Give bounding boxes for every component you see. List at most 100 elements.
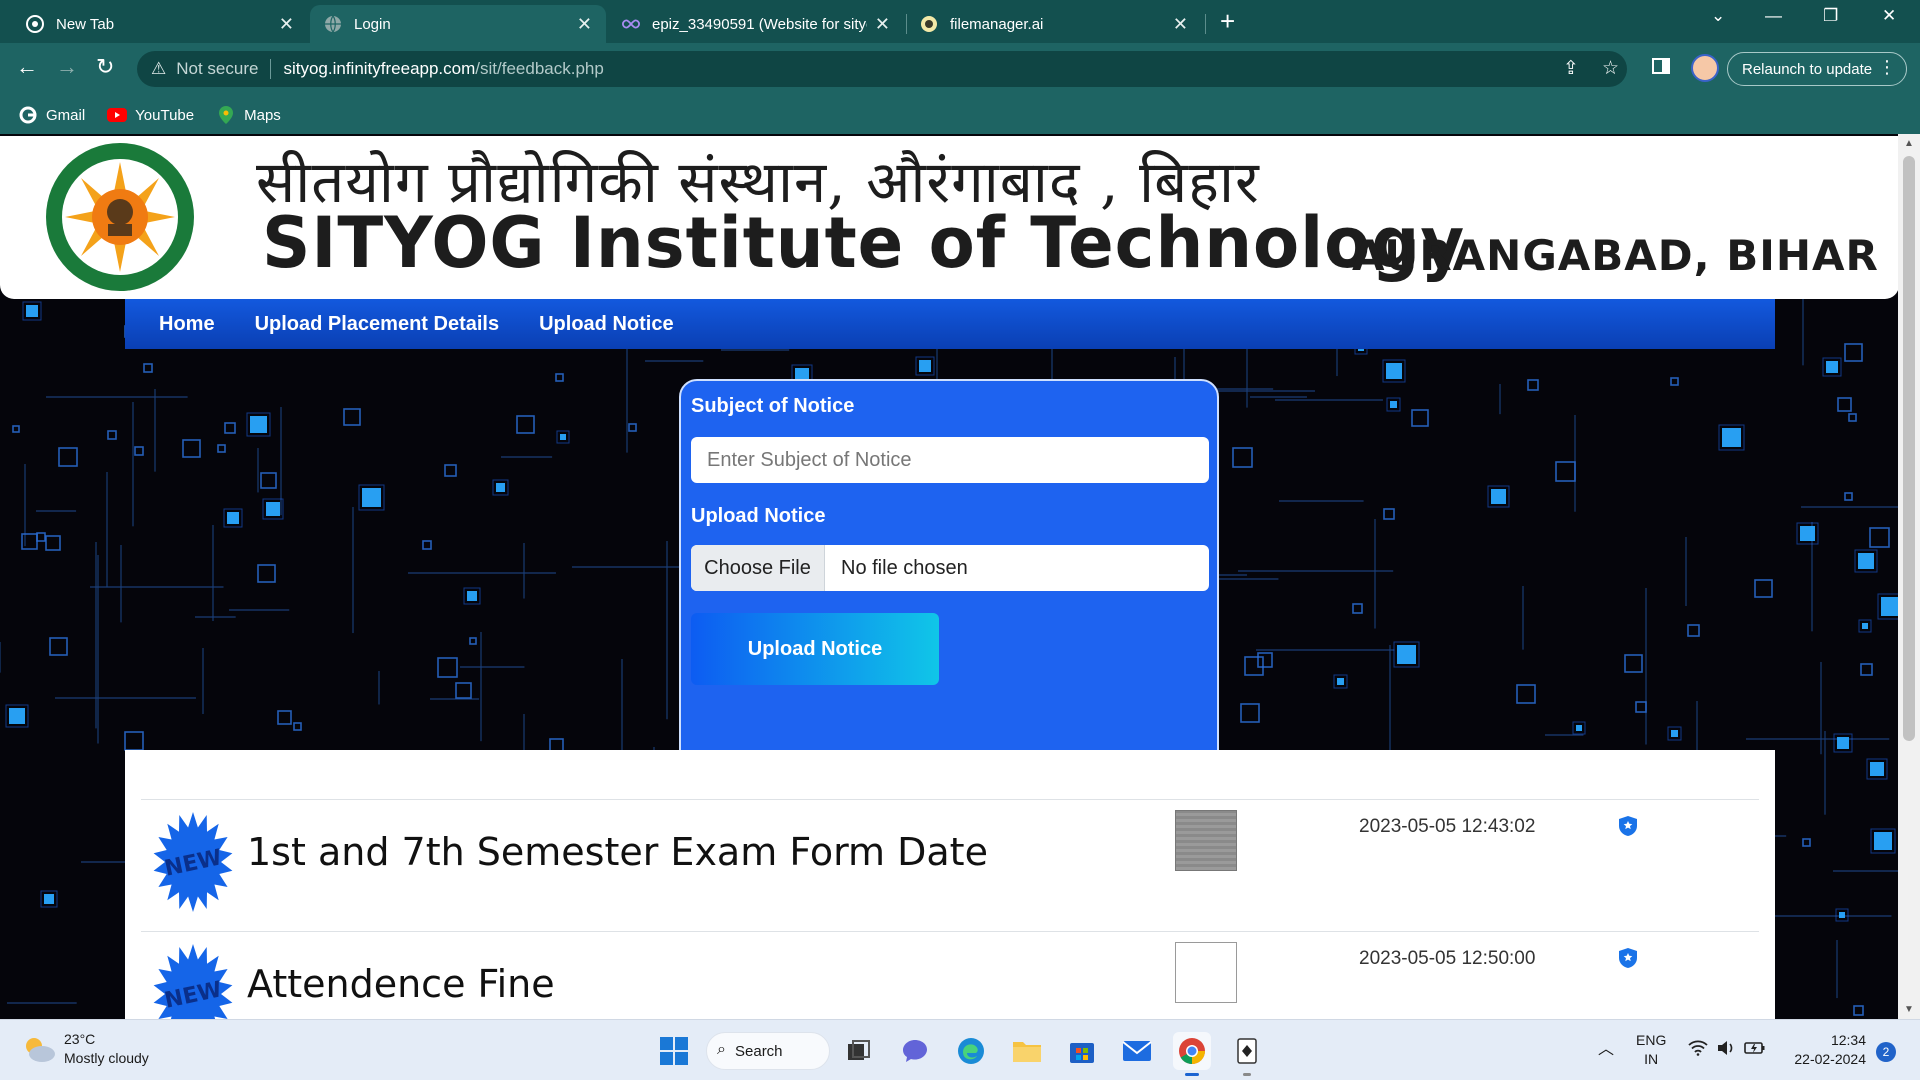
close-tab-icon[interactable]: ✕ (875, 15, 890, 33)
side-panel-icon[interactable] (1652, 57, 1670, 81)
share-icon[interactable]: ⇪ (1563, 57, 1579, 80)
active-app-indicator (1185, 1073, 1199, 1076)
bookmark-youtube[interactable]: YouTube (107, 106, 194, 124)
chat-icon[interactable] (896, 1032, 934, 1070)
nav-upload-notice[interactable]: Upload Notice (539, 313, 673, 336)
minimize-icon[interactable]: — (1765, 6, 1782, 26)
filemanager-icon (920, 15, 938, 33)
tab-title: New Tab (56, 15, 115, 33)
google-icon (18, 106, 38, 124)
site-title-location: AURANGABAD, BIHAR (1352, 231, 1879, 280)
tab-new-tab[interactable]: New Tab ✕ (12, 5, 308, 43)
tab-search-chevron-icon[interactable]: ⌄ (1711, 6, 1725, 26)
nav-upload-placement-details[interactable]: Upload Placement Details (255, 313, 500, 336)
page-scrollbar[interactable]: ▲ ▼ (1898, 134, 1920, 1019)
running-app-indicator (1243, 1073, 1251, 1076)
upload-label: Upload Notice (691, 505, 826, 527)
notice-thumbnail[interactable] (1175, 810, 1237, 871)
file-status: No file chosen (841, 556, 968, 579)
weather-desc: Mostly cloudy (64, 1050, 149, 1066)
scroll-down-arrow-icon[interactable]: ▼ (1904, 1004, 1914, 1015)
clock[interactable]: 12:34 22-02-2024 (1786, 1031, 1866, 1069)
taskbar-search[interactable]: ⌕ Search (706, 1032, 830, 1070)
notice-title[interactable]: Attendence Fine (247, 962, 555, 1006)
tab-login[interactable]: Login ✕ (310, 5, 606, 43)
tab-filemanager[interactable]: filemanager.ai ✕ (906, 5, 1202, 43)
bookmark-maps[interactable]: Maps (216, 106, 281, 124)
close-window-icon[interactable]: ✕ (1882, 6, 1896, 26)
chrome-icon (26, 15, 44, 33)
reload-icon[interactable]: ↻ (96, 55, 114, 79)
volume-icon[interactable] (1716, 1040, 1736, 1061)
edge-browser-icon[interactable] (952, 1032, 990, 1070)
bookmark-label: Gmail (46, 106, 86, 124)
divider (270, 59, 272, 79)
notice-date: 2023-05-05 12:43:02 (1359, 816, 1536, 837)
bookmark-star-icon[interactable]: ☆ (1602, 57, 1619, 80)
notice-title[interactable]: 1st and 7th Semester Exam Form Date (247, 830, 988, 874)
address-bar[interactable]: ⚠ Not secure sityog.infinityfreeapp.com /… (137, 51, 1627, 87)
warning-triangle-icon[interactable]: ⚠ (151, 59, 166, 79)
notice-thumbnail-broken[interactable] (1175, 942, 1237, 1003)
restore-icon[interactable]: ❐ (1823, 6, 1838, 26)
clock-time: 12:34 (1830, 1032, 1866, 1048)
nav-home[interactable]: Home (159, 313, 215, 336)
url-path[interactable]: /sit/feedback.php (475, 59, 604, 79)
back-arrow-icon[interactable]: ← (16, 55, 38, 79)
browser-tab-bar: New Tab ✕ Login ✕ epiz_33490591 (Website… (0, 0, 1920, 43)
bookmarks-bar: Gmail YouTube Maps (0, 96, 1920, 134)
subject-input[interactable] (691, 437, 1209, 483)
wifi-icon[interactable] (1688, 1040, 1708, 1061)
youtube-icon (107, 106, 128, 124)
weather-temp: 23°C (64, 1031, 96, 1047)
shield-icon[interactable] (1619, 948, 1637, 968)
maps-icon (216, 106, 236, 124)
bookmark-gmail[interactable]: Gmail (18, 106, 85, 124)
close-tab-icon[interactable]: ✕ (1173, 15, 1188, 33)
security-label[interactable]: Not secure (176, 59, 258, 79)
menu-dots-icon[interactable]: ⋮ (1878, 57, 1896, 78)
shield-icon[interactable] (1619, 816, 1637, 836)
new-badge-icon: NEW (153, 944, 233, 1019)
microsoft-store-icon[interactable] (1063, 1032, 1101, 1070)
weather-widget[interactable]: 23°C Mostly cloudy (22, 1030, 149, 1068)
mail-icon[interactable] (1118, 1032, 1156, 1070)
tab-separator (1205, 14, 1206, 34)
task-view-icon[interactable] (840, 1032, 878, 1070)
relaunch-label: Relaunch to update (1742, 60, 1873, 78)
start-windows-icon[interactable] (655, 1032, 693, 1070)
url-host[interactable]: sityog.infinityfreeapp.com (283, 59, 475, 79)
relaunch-button[interactable]: Relaunch to update ⋮ (1727, 52, 1907, 86)
tab-epiz[interactable]: epiz_33490591 (Website for sityog) ✕ (608, 5, 904, 43)
language-indicator[interactable]: ENG IN (1636, 1031, 1666, 1069)
scroll-up-arrow-icon[interactable]: ▲ (1904, 138, 1914, 149)
college-logo-icon (46, 143, 194, 291)
scrollbar-thumb[interactable] (1903, 156, 1915, 741)
file-input[interactable]: Choose File No file chosen (691, 545, 1209, 591)
tab-title: epiz_33490591 (Website for sityog) (652, 15, 867, 33)
lang-bottom: IN (1644, 1051, 1659, 1067)
close-tab-icon[interactable]: ✕ (279, 15, 294, 33)
new-badge-icon: NEW (153, 812, 233, 912)
notice-date: 2023-05-05 12:50:00 (1359, 948, 1536, 969)
notification-badge[interactable]: 2 (1876, 1042, 1896, 1062)
lang-top: ENG (1636, 1032, 1667, 1048)
profile-avatar[interactable] (1691, 54, 1719, 82)
show-hidden-icons-chevron-icon[interactable]: ︿ (1598, 1040, 1614, 1059)
subject-label: Subject of Notice (691, 395, 855, 417)
solitaire-icon[interactable] (1228, 1032, 1266, 1076)
clock-date: 22-02-2024 (1794, 1051, 1866, 1067)
choose-file-button[interactable]: Choose File (691, 545, 825, 591)
globe-icon (324, 15, 342, 33)
infinity-icon (622, 15, 640, 33)
tab-title: Login (354, 15, 391, 33)
file-explorer-icon[interactable] (1008, 1032, 1046, 1070)
upload-notice-button[interactable]: Upload Notice (691, 613, 939, 685)
battery-icon[interactable] (1744, 1040, 1766, 1061)
forward-arrow-icon[interactable]: → (56, 55, 78, 79)
close-tab-icon[interactable]: ✕ (577, 15, 592, 33)
notice-row: NEW 1st and 7th Semester Exam Form Date … (141, 799, 1759, 931)
new-tab-plus-icon[interactable]: + (1220, 7, 1235, 35)
chrome-taskbar-icon[interactable] (1173, 1032, 1211, 1076)
cloudy-weather-icon (26, 1038, 55, 1062)
